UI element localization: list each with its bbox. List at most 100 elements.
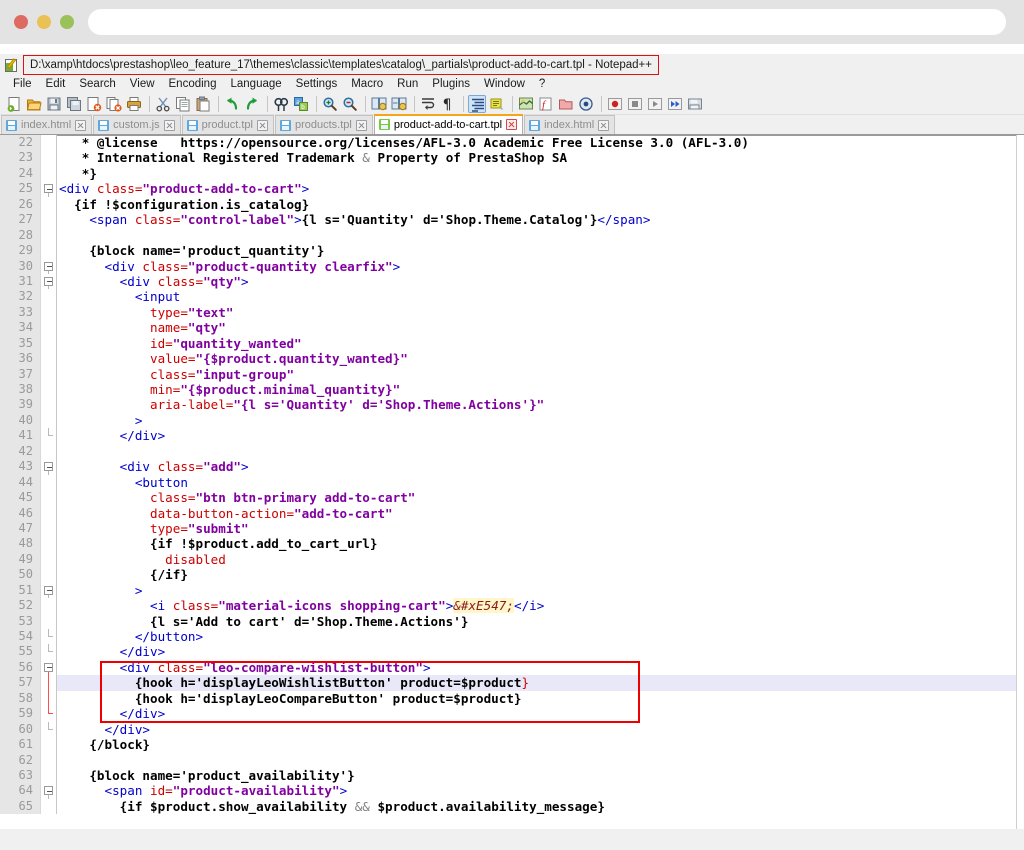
document-tab[interactable]: products.tpl — [274, 115, 373, 134]
fold-margin[interactable] — [40, 304, 56, 321]
user-defined-language-icon[interactable] — [488, 95, 506, 113]
code-text[interactable]: {if !$configuration.is_catalog} — [57, 197, 1024, 212]
code-line[interactable]: 28 — [0, 227, 1024, 244]
open-file-icon[interactable] — [25, 95, 43, 113]
fold-margin[interactable] — [40, 675, 56, 691]
fold-margin[interactable] — [40, 690, 56, 707]
code-line[interactable]: 27 <span class="control-label">{l s='Qua… — [0, 212, 1024, 228]
code-line[interactable]: 61 {/block} — [0, 737, 1024, 753]
code-text[interactable]: min="{$product.minimal_quantity}" — [57, 382, 1024, 397]
code-line[interactable]: 64 <span id="product-availability"> — [0, 783, 1024, 799]
code-line[interactable]: 34 name="qty" — [0, 320, 1024, 336]
fold-margin[interactable] — [40, 659, 56, 676]
code-line[interactable]: 23 * International Registered Trademark … — [0, 150, 1024, 166]
code-line[interactable]: 43 <div class="add"> — [0, 459, 1024, 475]
code-line[interactable]: 39 aria-label="{l s='Quantity' d='Shop.T… — [0, 397, 1024, 413]
folder-as-workspace-icon[interactable] — [557, 95, 575, 113]
monitoring-icon[interactable] — [577, 95, 595, 113]
code-text[interactable]: > — [57, 413, 1024, 428]
redo-icon[interactable] — [243, 95, 261, 113]
fold-toggle-icon[interactable] — [44, 184, 53, 194]
code-line[interactable]: 53 {l s='Add to cart' d='Shop.Theme.Acti… — [0, 613, 1024, 629]
fold-margin[interactable] — [40, 490, 56, 506]
code-text[interactable]: </div> — [57, 644, 1024, 659]
code-text[interactable]: type="text" — [57, 305, 1024, 320]
fold-margin[interactable] — [40, 397, 56, 413]
menu-item-help[interactable]: ? — [532, 76, 552, 93]
document-tab[interactable]: index.html — [1, 115, 93, 134]
code-text[interactable]: id="quantity_wanted" — [57, 336, 1024, 351]
close-file-icon[interactable] — [85, 95, 103, 113]
fold-margin[interactable] — [40, 536, 56, 552]
code-line[interactable]: 48 {if !$product.add_to_cart_url} — [0, 536, 1024, 552]
sync-vertical-scroll-icon[interactable] — [370, 95, 388, 113]
code-text[interactable]: <span id="product-availability"> — [57, 783, 1024, 798]
show-all-characters-icon[interactable]: ¶ — [439, 95, 457, 113]
fold-margin[interactable] — [40, 783, 56, 799]
zoom-out-icon[interactable] — [341, 95, 359, 113]
code-text[interactable]: disabled — [57, 552, 1024, 567]
code-line[interactable]: 42 — [0, 443, 1024, 460]
document-tab[interactable]: product.tpl — [181, 115, 274, 134]
menu-item-view[interactable]: View — [123, 76, 162, 93]
code-line[interactable]: 60 </div> — [0, 721, 1024, 738]
code-line[interactable]: 49 disabled — [0, 551, 1024, 568]
code-line[interactable]: 62 — [0, 752, 1024, 768]
fold-margin[interactable] — [40, 598, 56, 614]
code-line[interactable]: 22 * @license https://opensource.org/lic… — [0, 135, 1024, 151]
code-text[interactable]: {if $product.show_availability && $produ… — [57, 799, 1024, 814]
fold-margin[interactable] — [40, 520, 56, 537]
fold-margin[interactable] — [40, 335, 56, 352]
document-tab[interactable]: index.html — [524, 115, 616, 134]
print-icon[interactable] — [125, 95, 143, 113]
sync-horizontal-scroll-icon[interactable] — [390, 95, 408, 113]
code-line[interactable]: 36 value="{$product.quantity_wanted}" — [0, 351, 1024, 367]
fold-margin[interactable] — [40, 243, 56, 259]
fold-margin[interactable] — [40, 721, 56, 738]
save-icon[interactable] — [45, 95, 63, 113]
code-text[interactable]: <div class="leo-compare-wishlist-button"… — [57, 660, 1024, 675]
code-line[interactable]: 33 type="text" — [0, 304, 1024, 321]
fold-toggle-icon[interactable] — [44, 261, 53, 271]
close-all-files-icon[interactable] — [105, 95, 123, 113]
code-text[interactable]: {block name='product_quantity'} — [57, 243, 1024, 258]
code-line[interactable]: 24 *} — [0, 165, 1024, 182]
document-tab-active[interactable]: product-add-to-cart.tpl — [373, 114, 524, 134]
code-line[interactable]: 45 class="btn btn-primary add-to-cart" — [0, 490, 1024, 506]
close-tab-icon[interactable] — [598, 119, 610, 131]
fold-toggle-icon[interactable] — [44, 662, 53, 672]
code-line[interactable]: 57 {hook h='displayLeoWishlistButton' pr… — [0, 675, 1024, 691]
stop-recording-icon[interactable] — [626, 95, 644, 113]
fold-margin[interactable] — [40, 273, 56, 290]
new-file-icon[interactable] — [5, 95, 23, 113]
code-text[interactable]: {l s='Add to cart' d='Shop.Theme.Actions… — [57, 614, 1024, 629]
fold-margin[interactable] — [40, 320, 56, 336]
show-indent-guide-icon[interactable] — [468, 94, 486, 113]
code-line[interactable]: 25 <div class="product-add-to-cart"> — [0, 181, 1024, 197]
fold-margin[interactable] — [40, 165, 56, 182]
code-text[interactable]: type="submit" — [57, 521, 1024, 536]
fold-toggle-icon[interactable] — [44, 786, 53, 796]
code-text[interactable]: aria-label="{l s='Quantity' d='Shop.Them… — [57, 397, 1024, 412]
fold-margin[interactable] — [40, 258, 56, 274]
code-text[interactable] — [57, 228, 1024, 243]
close-tab-icon[interactable] — [75, 119, 87, 131]
playback-macro-icon[interactable] — [646, 95, 664, 113]
code-text[interactable]: </button> — [57, 629, 1024, 644]
fold-margin[interactable] — [40, 459, 56, 475]
code-line[interactable]: 55 </div> — [0, 644, 1024, 660]
fold-margin[interactable] — [40, 196, 56, 213]
fold-margin[interactable] — [40, 212, 56, 228]
fold-margin[interactable] — [40, 798, 56, 815]
code-line[interactable]: 32 <input — [0, 289, 1024, 305]
address-bar[interactable] — [88, 9, 1006, 35]
code-text[interactable]: <i class="material-icons shopping-cart">… — [57, 598, 1024, 614]
menu-item-encoding[interactable]: Encoding — [162, 76, 224, 93]
fold-margin[interactable] — [40, 227, 56, 244]
close-tab-icon[interactable] — [163, 119, 175, 131]
code-line[interactable]: 65 {if $product.show_availability && $pr… — [0, 798, 1024, 815]
code-line[interactable]: 30 <div class="product-quantity clearfix… — [0, 258, 1024, 274]
code-text[interactable]: * International Registered Trademark & P… — [57, 150, 1024, 165]
code-line[interactable]: 35 id="quantity_wanted" — [0, 335, 1024, 352]
close-tab-icon[interactable] — [506, 119, 518, 130]
